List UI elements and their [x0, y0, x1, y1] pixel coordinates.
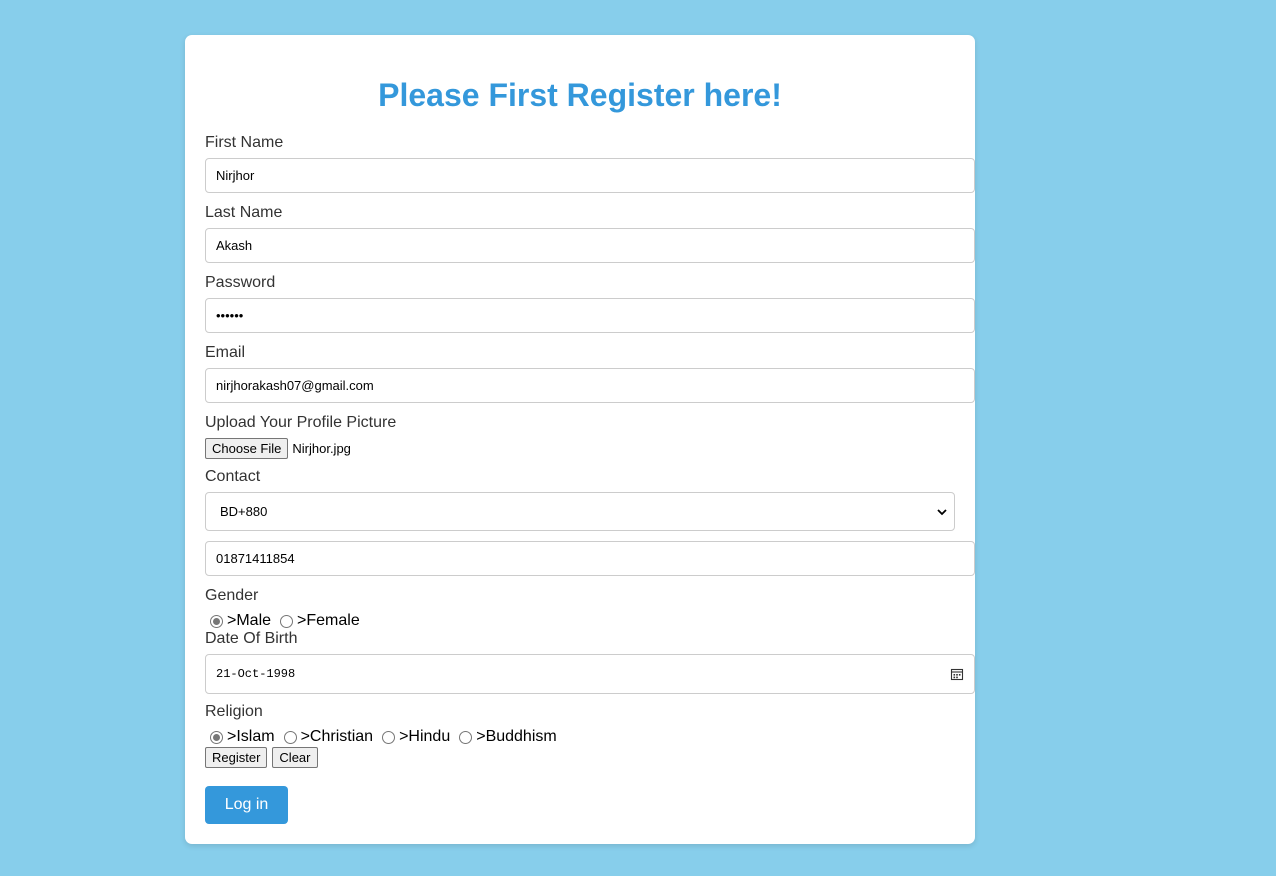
clear-button[interactable]: Clear [272, 747, 318, 768]
dob-label: Date Of Birth [205, 630, 298, 647]
register-button[interactable]: Register [205, 747, 268, 768]
gender-female-radio[interactable] [280, 614, 294, 628]
email-label: Email [205, 344, 246, 361]
gender-male-label: >Male [227, 612, 272, 629]
last-name-input[interactable]: Akash [205, 228, 975, 263]
password-label: Password [205, 274, 276, 291]
religion-radio-group: >Islam >Christian >Hindu >Buddhism [210, 727, 566, 747]
gender-label: Gender [205, 587, 259, 604]
first-name-value: Nirjhor [216, 168, 255, 183]
first-name-input[interactable]: Nirjhor [205, 158, 975, 193]
first-name-label: First Name [205, 134, 284, 151]
gender-female-label: >Female [297, 612, 360, 629]
email-value: nirjhorakash07@gmail.com [216, 378, 374, 393]
chevron-down-icon [937, 508, 947, 515]
religion-islam-radio[interactable] [210, 730, 223, 744]
selected-file-name: Nirjhor.jpg [292, 441, 351, 456]
email-input[interactable]: nirjhorakash07@gmail.com [205, 368, 975, 403]
religion-buddhism-label: >Buddhism [476, 728, 557, 745]
profile-picture-label: Upload Your Profile Picture [205, 414, 397, 431]
calendar-icon[interactable] [950, 667, 964, 681]
password-input[interactable]: •••••• [205, 298, 975, 333]
form-actions: Register Clear [205, 747, 318, 768]
password-masked-value: •••••• [216, 308, 244, 323]
dob-input[interactable]: 21-Oct-1998 [205, 654, 975, 694]
religion-label: Religion [205, 703, 263, 720]
religion-christian-label: >Christian [300, 728, 374, 745]
religion-hindu-radio[interactable] [382, 730, 396, 744]
religion-buddhism-radio[interactable] [459, 730, 473, 744]
religion-christian-radio[interactable] [283, 730, 297, 744]
page-title: Please First Register here! [378, 77, 782, 113]
country-code-value: BD+880 [220, 504, 268, 519]
last-name-label: Last Name [205, 204, 283, 221]
contact-label: Contact [205, 468, 261, 485]
choose-file-button[interactable]: Choose File [205, 438, 289, 459]
registration-card: Please First Register here! First Name N… [185, 35, 975, 844]
country-code-select[interactable]: BD+880 [205, 492, 955, 531]
phone-value: 01871411854 [216, 551, 295, 566]
gender-male-radio[interactable] [210, 614, 223, 628]
religion-hindu-label: >Hindu [399, 728, 451, 745]
last-name-value: Akash [216, 238, 253, 253]
gender-radio-group: >Male >Female [210, 611, 369, 631]
dob-value: 21-Oct-1998 [216, 667, 296, 681]
phone-input[interactable]: 01871411854 [205, 541, 975, 576]
religion-islam-label: >Islam [227, 728, 275, 745]
file-upload: Choose File Nirjhor.jpg [205, 438, 351, 459]
login-button[interactable]: Log in [205, 786, 288, 824]
